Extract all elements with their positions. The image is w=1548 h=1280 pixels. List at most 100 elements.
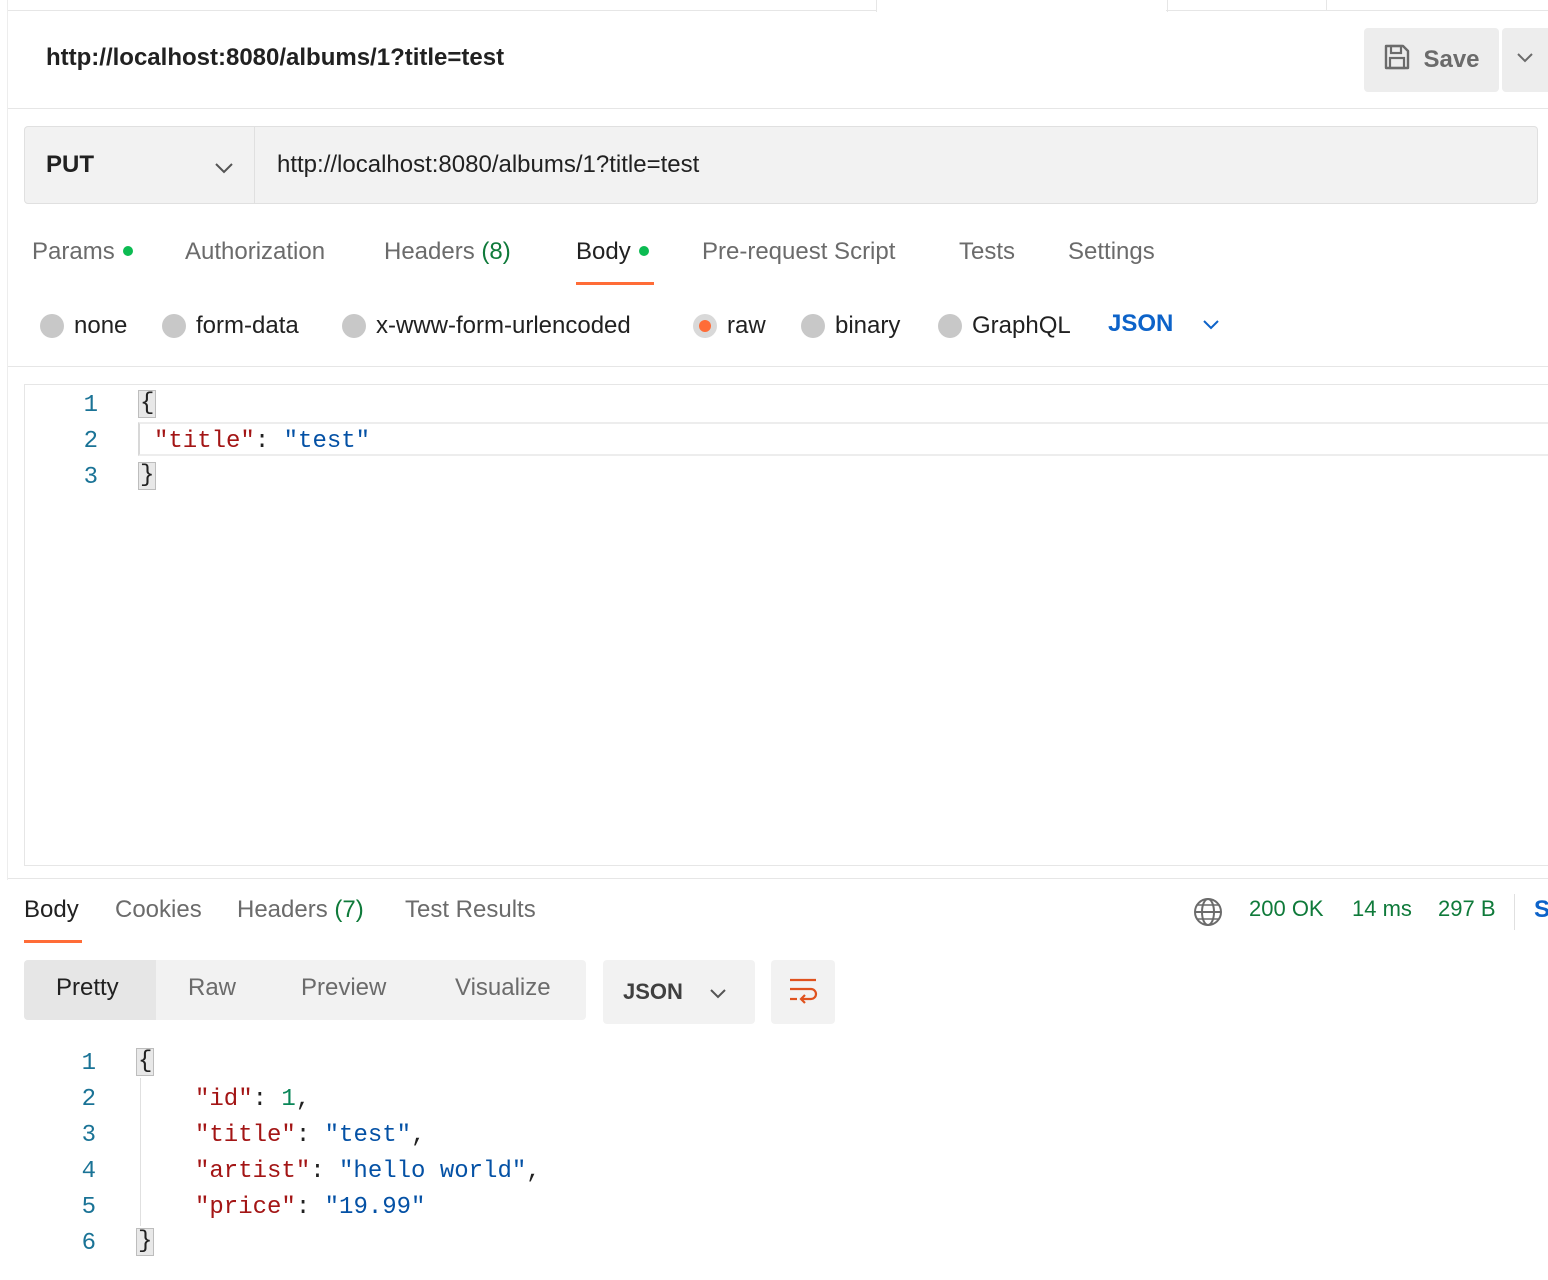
code-line: }	[136, 1228, 155, 1256]
request-body-editor[interactable]	[24, 384, 1548, 866]
divider	[8, 108, 1548, 109]
view-raw-button[interactable]: Raw	[188, 974, 236, 1002]
tab-body[interactable]: Body	[576, 238, 649, 266]
request-title[interactable]: http://localhost:8080/albums/1?title=tes…	[46, 44, 504, 72]
tab-settings[interactable]: Settings	[1068, 238, 1155, 266]
response-tab-headers[interactable]: Headers (7)	[237, 896, 364, 924]
tab-strip-border	[1166, 10, 1548, 11]
body-mode-form-data[interactable]: form-data	[162, 310, 299, 342]
body-mode-graphql[interactable]: GraphQL	[938, 310, 1071, 342]
code-line: "title": "test"	[154, 428, 370, 455]
wrap-lines-button[interactable]	[771, 960, 835, 1024]
body-language-select[interactable]: JSON	[1108, 310, 1220, 338]
radio-button[interactable]	[342, 314, 366, 338]
line-number: 2	[81, 1086, 96, 1113]
radio-label: binary	[835, 312, 901, 339]
tab-authorization[interactable]: Authorization	[185, 238, 325, 266]
status-code[interactable]: 200 OK	[1249, 896, 1324, 922]
matched-brace: {	[138, 390, 157, 418]
save-icon	[1383, 43, 1411, 78]
line-number: 3	[83, 464, 98, 491]
tab-prerequest-script[interactable]: Pre-request Script	[702, 238, 895, 266]
chevron-down-icon	[709, 980, 727, 1006]
code-line: "id": 1,	[195, 1086, 310, 1113]
json-comma: ,	[526, 1158, 541, 1185]
line-number: 1	[83, 392, 98, 419]
json-colon: :	[252, 1086, 282, 1113]
save-response-button[interactable]: S	[1534, 896, 1548, 924]
chevron-down-icon	[1202, 310, 1220, 337]
tab-separator	[1326, 0, 1327, 11]
save-label: Save	[1423, 46, 1480, 73]
save-button[interactable]: Save	[1364, 28, 1499, 92]
tab-headers[interactable]: Headers (8)	[384, 238, 511, 266]
response-tab-cookies[interactable]: Cookies	[115, 896, 202, 924]
active-tab-underline	[576, 282, 654, 285]
line-number: 5	[81, 1194, 96, 1221]
body-mode-raw[interactable]: raw	[693, 310, 766, 342]
response-time[interactable]: 14 ms	[1352, 896, 1412, 922]
method-select[interactable]: PUT	[24, 126, 255, 204]
chevron-down-icon	[214, 154, 234, 182]
json-value: "19.99"	[324, 1194, 426, 1221]
radio-label: GraphQL	[972, 312, 1071, 339]
body-mode-none[interactable]: none	[40, 310, 127, 342]
radio-button[interactable]	[162, 314, 186, 338]
divider	[8, 878, 1548, 879]
body-mode-urlencoded[interactable]: x-www-form-urlencoded	[342, 310, 631, 342]
globe-icon[interactable]	[1193, 897, 1223, 932]
tab-tests[interactable]: Tests	[959, 238, 1015, 266]
response-tab-headers-label: Headers	[237, 896, 328, 923]
radio-label: form-data	[196, 312, 299, 339]
json-key: "id"	[195, 1086, 253, 1113]
tab-active[interactable]	[876, 0, 1168, 12]
divider	[8, 366, 1548, 367]
json-key: "title"	[195, 1122, 296, 1149]
matched-brace: {	[136, 1048, 155, 1076]
json-colon: :	[295, 1122, 325, 1149]
line-number: 3	[81, 1122, 96, 1149]
active-indicator-dot	[638, 245, 649, 256]
json-colon: :	[295, 1194, 325, 1221]
response-tab-cookies-label: Cookies	[115, 896, 202, 923]
radio-button[interactable]	[801, 314, 825, 338]
json-value: "test"	[283, 428, 371, 455]
json-colon: :	[254, 428, 270, 455]
json-key: "price"	[195, 1194, 296, 1221]
url-input[interactable]	[256, 126, 1536, 204]
matched-brace: }	[136, 1228, 155, 1256]
tab-params-label: Params	[32, 238, 115, 265]
sidebar-divider	[7, 0, 8, 880]
response-format-label: JSON	[623, 979, 683, 1004]
json-value: 1	[281, 1086, 296, 1113]
active-tab-underline	[24, 940, 82, 943]
tab-headers-label: Headers	[384, 238, 475, 265]
json-value: "hello world"	[339, 1158, 527, 1185]
json-value: "test"	[324, 1122, 412, 1149]
tab-params[interactable]: Params	[32, 238, 133, 266]
view-preview-button[interactable]: Preview	[301, 974, 386, 1002]
radio-label: x-www-form-urlencoded	[376, 312, 631, 339]
json-key: "title"	[154, 428, 255, 455]
code-line: {	[138, 390, 157, 418]
save-options-button[interactable]	[1502, 28, 1548, 92]
line-number: 2	[83, 428, 98, 455]
code-line: }	[138, 462, 157, 490]
line-number: 1	[81, 1050, 96, 1077]
body-mode-binary[interactable]: binary	[801, 310, 900, 342]
radio-button[interactable]	[938, 314, 962, 338]
tab-body-label: Body	[576, 238, 631, 265]
response-tab-test-results[interactable]: Test Results	[405, 896, 536, 924]
response-tab-body[interactable]: Body	[24, 896, 79, 924]
radio-button[interactable]	[40, 314, 64, 338]
json-key: "artist"	[195, 1158, 311, 1185]
response-format-select[interactable]: JSON	[603, 960, 755, 1024]
tab-authorization-label: Authorization	[185, 238, 326, 265]
view-pretty-button[interactable]: Pretty	[56, 974, 119, 1002]
response-tab-body-label: Body	[24, 896, 79, 923]
response-size[interactable]: 297 B	[1438, 896, 1496, 922]
line-number: 6	[81, 1230, 96, 1257]
radio-button-selected[interactable]	[693, 314, 717, 338]
view-visualize-button[interactable]: Visualize	[455, 974, 551, 1002]
tab-tests-label: Tests	[959, 238, 1016, 265]
